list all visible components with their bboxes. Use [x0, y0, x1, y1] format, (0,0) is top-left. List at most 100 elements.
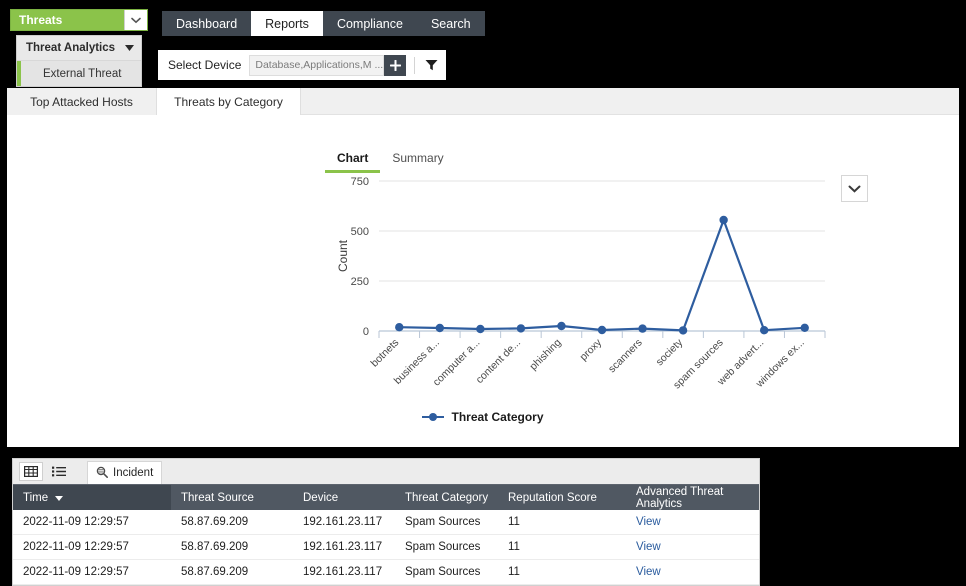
incident-search-glyph — [96, 466, 108, 478]
chart-panel: Chart Summary 0 250 500 750 Count botnets busi… — [7, 115, 959, 447]
module-selector-label: Threats — [19, 13, 63, 27]
column-header-device[interactable]: Device — [293, 484, 395, 510]
grid-view-icon[interactable] — [19, 462, 43, 481]
x-axis-tick-label: botnets — [369, 337, 402, 370]
grid-view-glyph — [24, 466, 38, 477]
caret-down-icon — [125, 42, 134, 54]
main-nav-tabs: Dashboard Reports Compliance Search — [162, 11, 485, 36]
tab-dashboard-label: Dashboard — [176, 16, 238, 31]
chevron-down-glyph — [131, 17, 141, 23]
tab-compliance-label: Compliance — [336, 16, 403, 31]
row-time: 2022-11-09 12:29:57 — [13, 510, 171, 535]
row-threat-source: 58.87.69.209 — [171, 534, 293, 560]
tab-threats-by-category-label: Threats by Category — [174, 94, 283, 109]
column-header-time[interactable]: Time — [13, 484, 171, 510]
sidebar-item-external-threat[interactable]: External Threat — [17, 61, 141, 86]
device-input[interactable]: Database,Applications,M ... — [249, 54, 385, 76]
row-threat-category: Spam Sources — [395, 559, 498, 585]
x-axis-tick-label: scanners — [606, 337, 645, 376]
line-chart: 0 250 500 750 Count botnets business a... compu… — [7, 115, 959, 447]
tab-threats-by-category[interactable]: Threats by Category — [157, 88, 301, 115]
row-reputation-score: 11 — [498, 510, 626, 535]
top-bar: Threats Threat Analytics External Threat — [0, 0, 966, 88]
chart-data-point[interactable] — [476, 324, 485, 334]
table-row[interactable]: 2022-11-09 12:29:57 58.87.69.209 192.161.2… — [13, 510, 759, 535]
plus-icon[interactable] — [384, 54, 407, 76]
table-body: 2022-11-09 12:29:57 58.87.69.209 192.161.2… — [13, 510, 759, 585]
submenu-header-label: Threat Analytics — [26, 42, 116, 54]
row-time: 2022-11-09 12:29:57 — [13, 559, 171, 585]
chart-data-point[interactable] — [435, 323, 445, 333]
row-reputation-score: 11 — [498, 559, 626, 585]
y-axis-title: Count — [336, 239, 350, 272]
chart-data-point[interactable] — [395, 323, 404, 332]
column-header-time-label: Time — [23, 491, 49, 504]
table-header: Time Threat Source Device Threat Categor… — [13, 484, 759, 510]
row-reputation-score: 11 — [498, 534, 626, 560]
caret-down-glyph — [125, 45, 134, 51]
row-advanced-threat-analytics-link[interactable]: View — [626, 510, 759, 535]
results-table-panel: Incident Time Threat Source Device Threa… — [12, 458, 760, 586]
select-device-label: Select Device — [168, 58, 242, 72]
x-axis-tick-label: phishing — [527, 337, 563, 373]
chart-data-point[interactable] — [516, 324, 526, 333]
tab-dashboard[interactable]: Dashboard — [162, 11, 252, 36]
column-header-threat-category[interactable]: Threat Category — [395, 484, 498, 510]
table-header-row: Time Threat Source Device Threat Categor… — [13, 484, 759, 510]
x-axis-tick-label: proxy — [577, 336, 604, 363]
list-view-icon[interactable] — [47, 462, 71, 481]
funnel-glyph — [425, 60, 438, 71]
y-axis-tick-label: 0 — [363, 326, 369, 338]
tab-search[interactable]: Search — [416, 11, 485, 36]
funnel-icon[interactable] — [422, 55, 440, 75]
row-advanced-threat-analytics-link[interactable]: View — [626, 534, 759, 560]
tab-top-attacked-hosts[interactable]: Top Attacked Hosts — [7, 88, 157, 115]
row-threat-category: Spam Sources — [395, 534, 498, 560]
y-axis-tick-label: 250 — [351, 276, 369, 288]
chart-data-point[interactable] — [557, 321, 566, 331]
device-selector-bar: Select Device Database,Applications,M ..… — [158, 50, 446, 80]
tab-top-attacked-hosts-label: Top Attacked Hosts — [30, 94, 133, 109]
y-axis-tick-label: 500 — [351, 226, 369, 238]
sort-descending-glyph — [55, 495, 64, 501]
tab-reports-label: Reports — [265, 16, 309, 31]
row-advanced-threat-analytics-link[interactable]: View — [626, 559, 759, 585]
table-row[interactable]: 2022-11-09 12:29:57 58.87.69.209 192.161.2… — [13, 559, 759, 585]
row-device: 192.161.23.117 — [293, 510, 395, 535]
sidebar-item-label: External Threat — [43, 67, 122, 80]
row-threat-category: Spam Sources — [395, 510, 498, 535]
plus-glyph — [389, 59, 401, 71]
sort-descending-icon — [55, 492, 64, 504]
module-selector[interactable]: Threats — [10, 9, 148, 31]
column-header-threat-source[interactable]: Threat Source — [171, 484, 293, 510]
module-submenu: Threat Analytics External Threat — [16, 35, 142, 87]
row-device: 192.161.23.117 — [293, 559, 395, 585]
column-header-reputation-score[interactable]: Reputation Score — [498, 484, 626, 510]
chart-data-point[interactable] — [597, 325, 607, 335]
tab-reports[interactable]: Reports — [251, 11, 323, 36]
incident-chip-label: Incident — [113, 467, 154, 479]
app-root: Threats Threat Analytics External Threat — [0, 0, 966, 586]
tab-compliance[interactable]: Compliance — [322, 11, 417, 36]
chevron-down-icon[interactable] — [124, 10, 147, 30]
row-time: 2022-11-09 12:29:57 — [13, 534, 171, 560]
incident-filter-chip[interactable]: Incident — [87, 461, 163, 484]
x-axis-tick-label: society — [654, 336, 686, 368]
row-device: 192.161.23.117 — [293, 534, 395, 560]
row-threat-source: 58.87.69.209 — [171, 510, 293, 535]
chart-data-point[interactable] — [800, 323, 809, 332]
chart-data-point[interactable] — [638, 324, 647, 333]
submenu-header[interactable]: Threat Analytics — [17, 36, 141, 61]
incident-search-icon — [96, 466, 108, 481]
list-view-glyph — [52, 466, 66, 477]
table-row[interactable]: 2022-11-09 12:29:57 58.87.69.209 192.161.2… — [13, 534, 759, 560]
results-table: Time Threat Source Device Threat Categor… — [13, 484, 759, 585]
legend-marker-icon — [422, 412, 445, 422]
chart-data-point[interactable] — [719, 215, 728, 225]
tab-search-label: Search — [430, 16, 471, 31]
row-threat-source: 58.87.69.209 — [171, 559, 293, 585]
toolbar-divider — [414, 56, 416, 74]
chart-data-point[interactable] — [759, 326, 769, 335]
column-header-advanced-threat-analytics[interactable]: Advanced Threat Analytics — [626, 484, 759, 510]
chart-data-point[interactable] — [678, 326, 688, 335]
